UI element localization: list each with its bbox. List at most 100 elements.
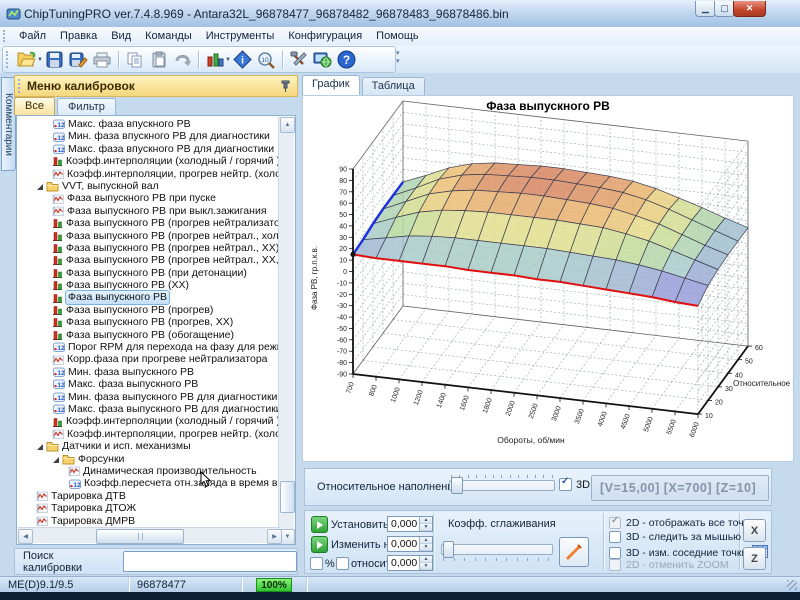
tab-Все[interactable]: Все — [14, 97, 55, 115]
info-icon[interactable]: i — [232, 50, 254, 70]
option-3[interactable]: 2D - отменить ZOOM — [609, 559, 729, 571]
tree-item-1[interactable]: 12Мин. фаза впускного РВ для диагностики — [18, 130, 280, 142]
option-checkbox[interactable] — [609, 517, 621, 529]
menu-item-2[interactable]: Вид — [104, 29, 138, 43]
calibration-search-input[interactable] — [123, 551, 297, 572]
tree-item-7[interactable]: Фаза выпускного РВ при выкл.зажигания — [18, 205, 280, 217]
tree-folder-5[interactable]: VVT, выпускной вал — [18, 180, 280, 192]
tree-item-19[interactable]: Корр.фаза при прогреве нейтрализатора — [18, 353, 280, 365]
calibration-tree[interactable]: 12Макс. фаза впускного РВ12Мин. фаза впу… — [16, 115, 296, 545]
tree-item-17[interactable]: Фаза выпускного РВ (обогащение) — [18, 329, 280, 341]
menu-item-5[interactable]: Конфигурация — [281, 29, 369, 43]
tree-item-2[interactable]: 12Макс. фаза впускного РВ для диагностик… — [18, 143, 280, 155]
tree-item-29[interactable]: 12Коэфф.пересчета отн.заряда в время впр… — [18, 477, 280, 489]
tree-item-6[interactable]: Фаза выпускного РВ при пуске — [18, 192, 280, 204]
smoothing-slider-thumb[interactable] — [443, 541, 454, 558]
tree-item-25[interactable]: Коэфф.интерполяции, прогрев нейтр. (холо… — [18, 428, 280, 440]
tree-item-14[interactable]: Фаза выпускного РВ — [18, 291, 280, 303]
scroll-right-icon[interactable]: ▶ — [267, 529, 282, 544]
fill-slider-thumb[interactable] — [451, 477, 463, 494]
tree-item-0[interactable]: 12Макс. фаза впускного РВ — [18, 118, 280, 130]
scroll-up-icon[interactable]: ▲ — [280, 117, 295, 133]
tree-item-16[interactable]: Фаза выпускного РВ (прогрев, ХХ) — [18, 316, 280, 328]
save-as-icon[interactable] — [68, 50, 90, 70]
tree-item-4[interactable]: Коэфф.интерполяции, прогрев нейтр. (холо… — [18, 168, 280, 180]
help-icon[interactable]: ? — [336, 50, 358, 70]
menu-item-6[interactable]: Помощь — [369, 29, 426, 43]
title-bar[interactable]: ChipTuningPRO ver.7.4.8.969 - Antara32L_… — [0, 0, 800, 28]
tab-Фильтр[interactable]: Фильтр — [57, 98, 116, 115]
zoom-search-icon[interactable]: 10 — [256, 50, 278, 70]
tree-folder-26[interactable]: Датчики и исп. механизмы — [18, 440, 280, 452]
change-value-button[interactable] — [311, 536, 328, 553]
set-value-button[interactable] — [311, 516, 328, 533]
tree-item-30[interactable]: Тарировка ДТВ — [18, 490, 280, 502]
tree-item-20[interactable]: 12Мин. фаза выпускного РВ — [18, 366, 280, 378]
percent-checkbox[interactable] — [310, 557, 323, 570]
tree-item-32[interactable]: Тарировка ДМРВ — [18, 515, 280, 527]
resize-grip[interactable] — [787, 580, 797, 590]
tree-item-9[interactable]: Фаза выпускного РВ (прогрев нейтрал., хо… — [18, 230, 280, 242]
tree-expander-icon[interactable] — [52, 455, 60, 463]
tab-Таблица[interactable]: Таблица — [362, 77, 425, 95]
save-file-icon[interactable] — [44, 50, 66, 70]
scroll-left-icon[interactable]: ◀ — [18, 529, 33, 544]
undo-icon[interactable] — [172, 50, 194, 70]
tree-item-8[interactable]: Фаза выпускного РВ (прогрев нейтрализато… — [18, 217, 280, 229]
tree-item-12[interactable]: Фаза выпускного РВ (при детонации) — [18, 267, 280, 279]
option-checkbox[interactable] — [609, 531, 621, 543]
tree-horizontal-scrollbar[interactable]: ◀ ▶ — [18, 527, 281, 543]
copy-icon[interactable] — [124, 50, 146, 70]
relative-spinner[interactable]: 0,000▲▼ — [387, 555, 433, 571]
fill-slider-track[interactable] — [449, 480, 555, 491]
tree-item-23[interactable]: 12Макс. фаза выпускного РВ для диагности… — [18, 403, 280, 415]
surface-chart[interactable]: -90-80-70-60-50-40-30-20-100102030405060… — [303, 96, 794, 462]
toolbar-overflow-icon[interactable]: ▾▾ — [396, 49, 400, 65]
tree-item-21[interactable]: 12Макс. фаза выпускного РВ — [18, 378, 280, 390]
menu-item-1[interactable]: Правка — [53, 29, 104, 43]
tree-item-28[interactable]: Динамическая производительность — [18, 465, 280, 477]
option-checkbox[interactable] — [609, 547, 621, 559]
tree-folder-27[interactable]: Форсунки — [18, 453, 280, 465]
relative-checkbox[interactable] — [336, 557, 349, 570]
set-value-spinner[interactable]: 0,000▲▼ — [387, 516, 433, 532]
menu-item-0[interactable]: Файл — [12, 29, 53, 43]
minimize-button[interactable]: ▁ — [695, 1, 716, 17]
paste-icon[interactable] — [148, 50, 170, 70]
tree-hscroll-thumb[interactable] — [96, 529, 184, 544]
tree-item-31[interactable]: Тарировка ДТОЖ — [18, 502, 280, 514]
online-update-icon[interactable] — [312, 50, 334, 70]
tree-item-10[interactable]: Фаза выпускного РВ (прогрев нейтрал., ХХ… — [18, 242, 280, 254]
mode-3d-checkbox[interactable] — [559, 478, 572, 491]
open-file-dropdown-icon[interactable]: ▼ — [37, 57, 43, 63]
view-charts-dropdown-icon[interactable]: ▼ — [225, 57, 231, 63]
pin-icon[interactable] — [279, 80, 291, 93]
view-charts-icon[interactable] — [204, 50, 226, 70]
open-file-icon[interactable] — [16, 50, 38, 70]
tree-item-18[interactable]: 12Порог RPM для перехода на фазу для реж… — [18, 341, 280, 353]
close-button[interactable]: ✕ — [733, 1, 766, 17]
tree-item-24[interactable]: Коэфф.интерполяции (холодный / горячий ) — [18, 415, 280, 427]
tree-item-11[interactable]: Фаза выпускного РВ (прогрев нейтрал., ХХ… — [18, 254, 280, 266]
option-checkbox[interactable] — [609, 559, 621, 571]
tree-item-13[interactable]: Фаза выпускного РВ (ХХ) — [18, 279, 280, 291]
tree-expander-icon[interactable] — [36, 442, 44, 450]
print-icon[interactable] — [92, 50, 114, 70]
scroll-down-icon[interactable]: ▼ — [280, 529, 295, 545]
menu-item-4[interactable]: Инструменты — [199, 29, 282, 43]
maximize-button[interactable]: ▢ — [714, 1, 735, 17]
tree-item-3[interactable]: Коэфф.интерполяции (холодный / горячий ) — [18, 155, 280, 167]
tree-vertical-scrollbar[interactable]: ▲ ▼ — [278, 117, 294, 545]
menu-item-3[interactable]: Команды — [138, 29, 199, 43]
change-value-spinner[interactable]: 0,000▲▼ — [387, 536, 433, 552]
tools-icon[interactable] — [288, 50, 310, 70]
option-0[interactable]: 2D - отображать все точки — [609, 517, 754, 529]
edit-chart-button[interactable] — [559, 537, 589, 567]
x-axis-button[interactable]: X — [743, 519, 766, 542]
smoothing-slider-track[interactable] — [441, 544, 553, 555]
tree-item-22[interactable]: 12Мин. фаза выпускного РВ для диагностик… — [18, 391, 280, 403]
tab-График[interactable]: График — [302, 75, 360, 95]
tree-item-15[interactable]: Фаза выпускного РВ (прогрев) — [18, 304, 280, 316]
option-1[interactable]: 3D - следить за мышью — [609, 531, 741, 543]
tree-expander-icon[interactable] — [36, 182, 44, 190]
